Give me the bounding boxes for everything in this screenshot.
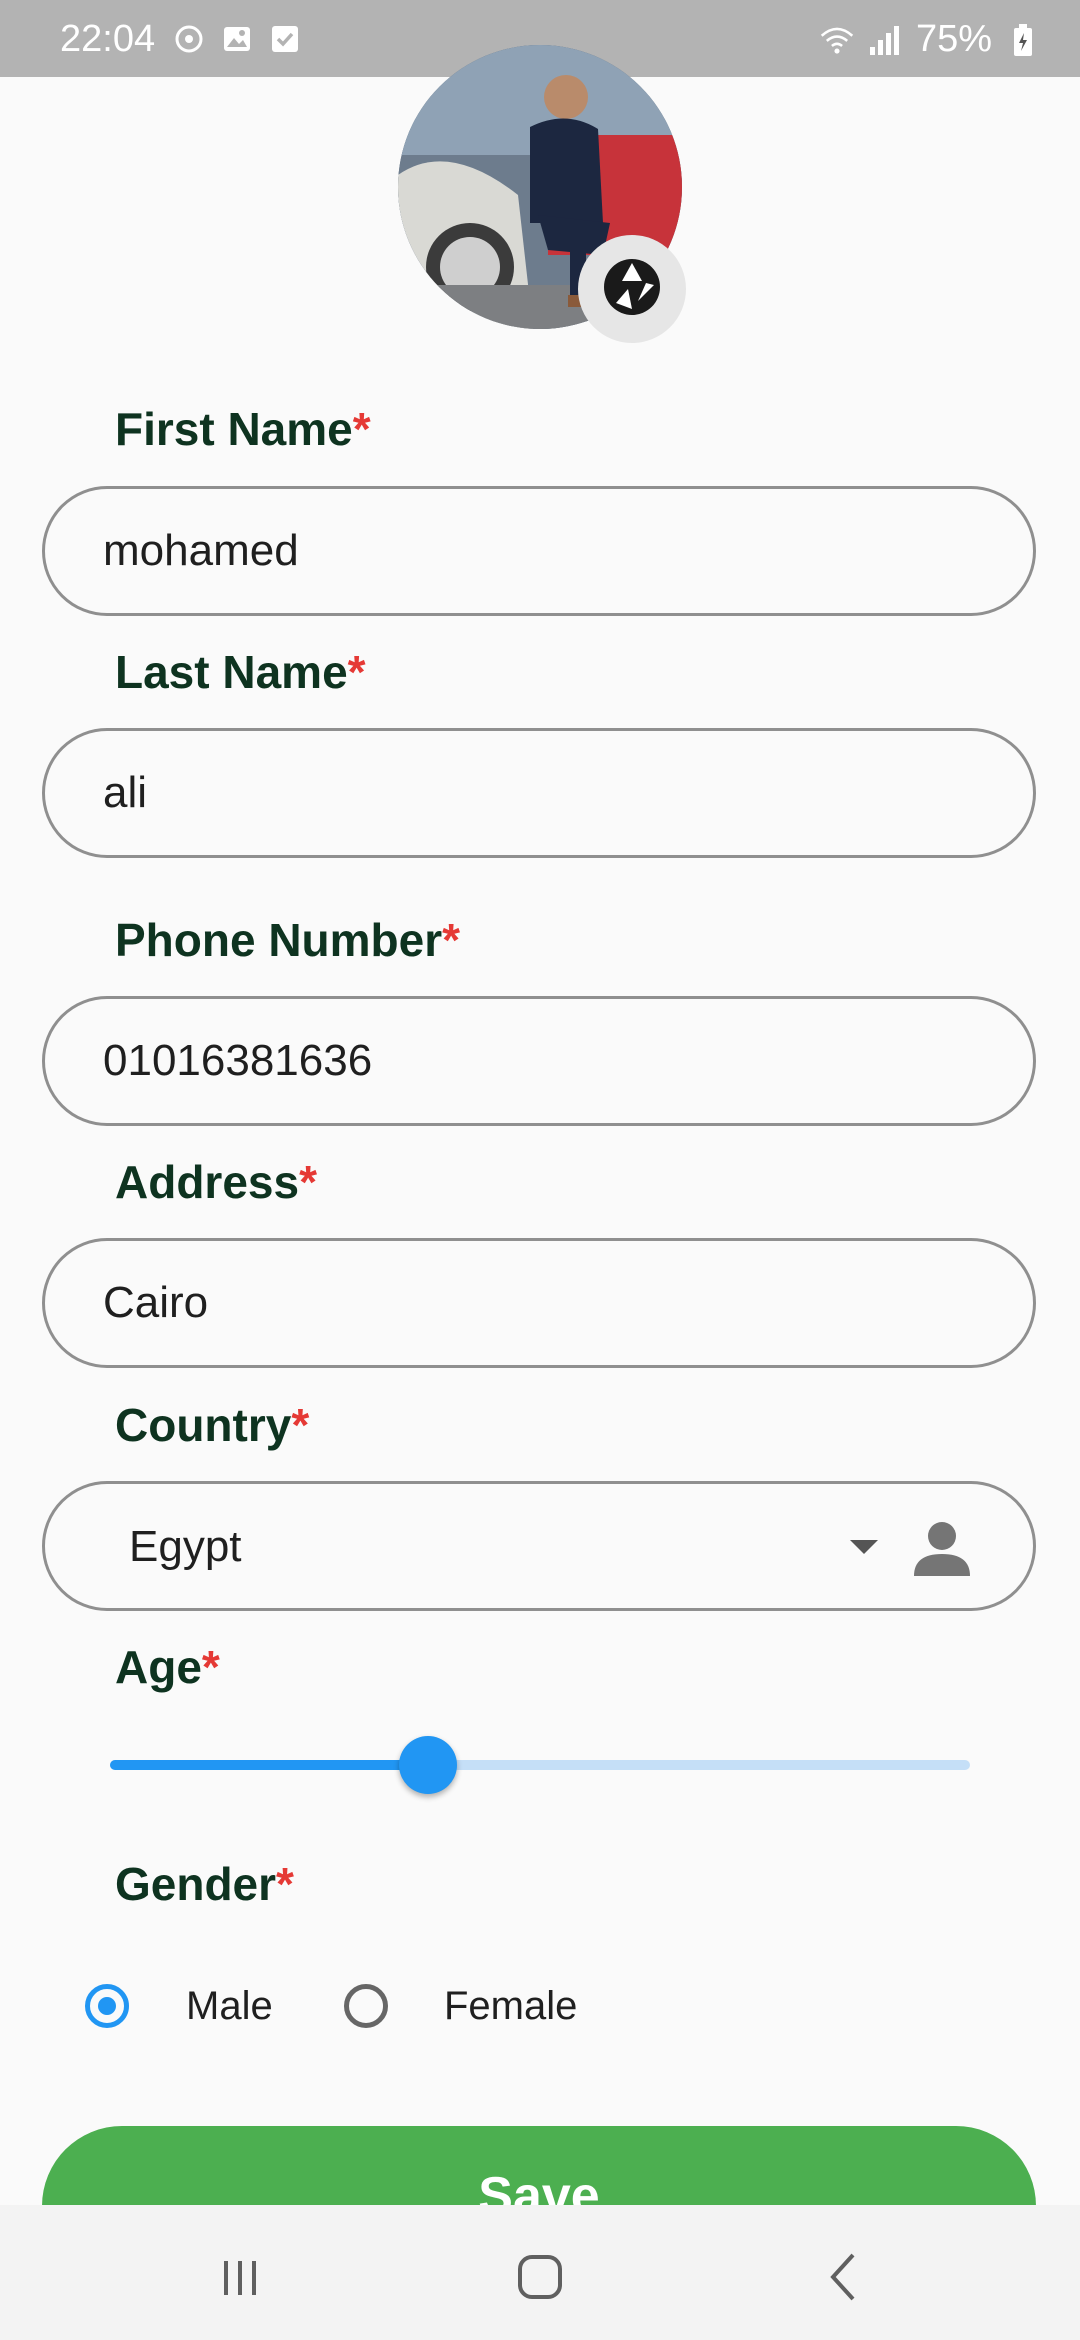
country-label: Country* — [115, 1398, 309, 1452]
required-mark: * — [347, 646, 366, 698]
age-label: Age* — [115, 1640, 220, 1694]
first-name-label-text: First Name — [115, 403, 353, 455]
last-name-input[interactable] — [103, 731, 963, 855]
signal-icon — [868, 23, 902, 57]
gender-male-label[interactable]: Male — [186, 1984, 273, 2029]
phone-number-input[interactable] — [103, 999, 963, 1123]
camera-shutter-icon — [602, 257, 662, 322]
country-selected-value: Egypt — [129, 1522, 242, 1571]
sync-icon — [172, 22, 206, 56]
check-icon — [268, 22, 302, 56]
slider-active-track — [110, 1760, 429, 1770]
profile-photo-area — [398, 45, 686, 343]
back-button[interactable] — [815, 2247, 875, 2307]
required-mark: * — [291, 1399, 310, 1451]
address-label-text: Address — [115, 1156, 300, 1208]
home-button[interactable] — [510, 2247, 570, 2307]
system-nav-bar — [0, 2205, 1080, 2340]
battery-icon — [1006, 23, 1040, 57]
required-mark: * — [442, 914, 461, 966]
last-name-label: Last Name* — [115, 645, 366, 699]
phone-number-label-text: Phone Number — [115, 914, 443, 966]
address-label: Address* — [115, 1155, 317, 1209]
wifi-icon — [820, 23, 854, 57]
status-icons-right: 75% — [820, 18, 1040, 61]
status-icons-left — [172, 22, 302, 56]
gender-label: Gender* — [115, 1857, 294, 1911]
gender-female-radio[interactable] — [344, 1984, 388, 2028]
change-photo-button[interactable] — [578, 235, 686, 343]
gender-female-label[interactable]: Female — [444, 1984, 577, 2029]
last-name-label-text: Last Name — [115, 646, 348, 698]
required-mark: * — [299, 1156, 317, 1208]
battery-percent: 75% — [915, 18, 992, 60]
phone-number-label: Phone Number* — [115, 913, 460, 967]
first-name-input[interactable] — [103, 489, 963, 613]
last-name-field[interactable] — [42, 728, 1036, 858]
status-time: 22:04 — [60, 18, 156, 60]
gallery-icon — [220, 22, 254, 56]
country-label-text: Country — [115, 1399, 292, 1451]
chevron-down-icon[interactable] — [850, 1540, 878, 1554]
address-field[interactable] — [42, 1238, 1036, 1368]
required-mark: * — [201, 1641, 220, 1693]
first-name-label: First Name* — [115, 402, 371, 456]
recent-apps-button[interactable] — [210, 2247, 270, 2307]
age-label-text: Age — [115, 1641, 202, 1693]
address-input[interactable] — [103, 1241, 963, 1365]
gender-male-radio[interactable] — [85, 1984, 129, 2028]
required-mark: * — [352, 403, 371, 455]
required-mark: * — [276, 1858, 294, 1910]
first-name-field[interactable] — [42, 486, 1036, 616]
age-slider[interactable] — [110, 1736, 970, 1794]
person-icon — [910, 1516, 974, 1580]
country-dropdown[interactable]: Egypt — [42, 1481, 1036, 1611]
phone-number-field[interactable] — [42, 996, 1036, 1126]
gender-label-text: Gender — [115, 1858, 277, 1910]
slider-thumb[interactable] — [399, 1736, 458, 1794]
